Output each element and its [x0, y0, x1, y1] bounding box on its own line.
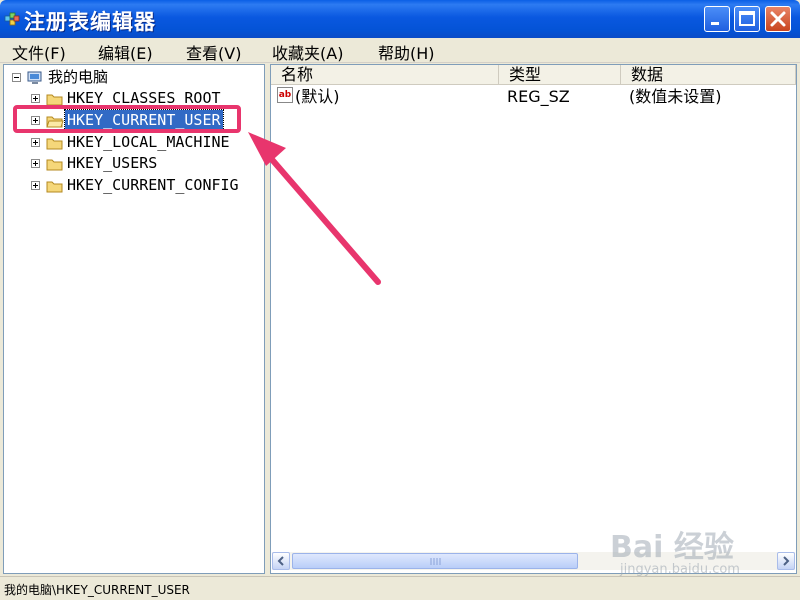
baidu-watermark: Bai 经验 — [610, 530, 734, 565]
annotation-arrow — [248, 132, 381, 285]
baidu-watermark-url: jingyan.baidu.com — [620, 562, 740, 577]
status-path: 我的电脑\HKEY_CURRENT_USER — [4, 583, 190, 597]
registry-editor-window: 注册表编辑器 文件(F) 编辑(E) 查看(V) 收藏夹(A) 帮助(H) 我的… — [0, 0, 800, 600]
status-bar: 我的电脑\HKEY_CURRENT_USER — [0, 576, 800, 600]
